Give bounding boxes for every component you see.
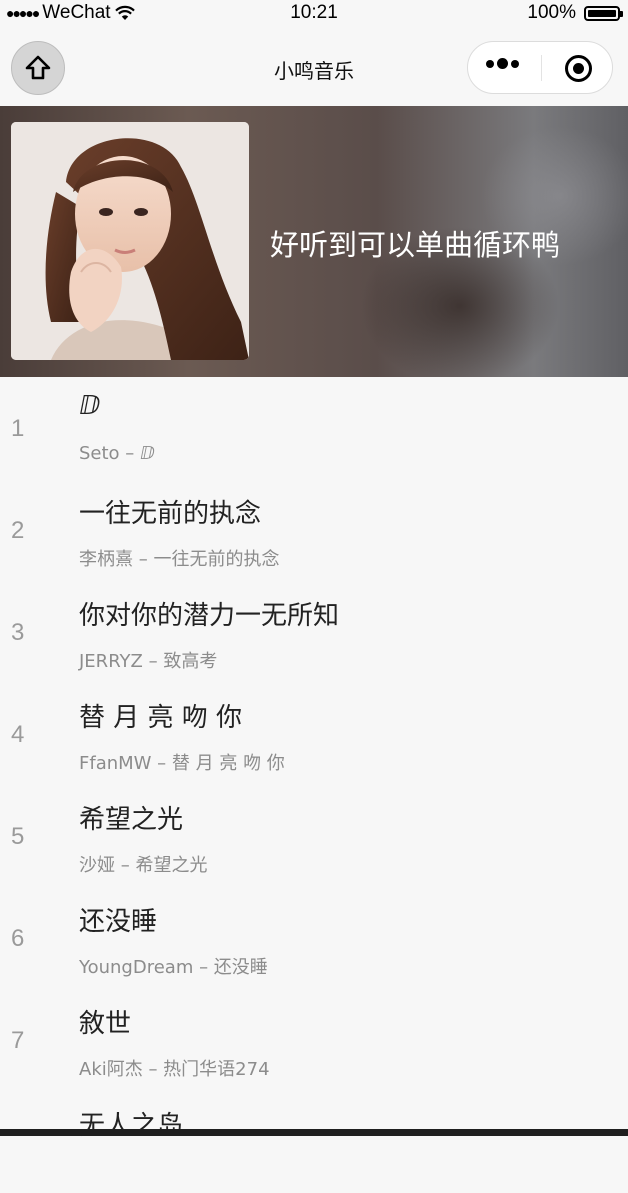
song-index: 3 — [11, 619, 25, 646]
song-index: 2 — [11, 517, 25, 544]
song-title: 敘世 — [79, 1009, 132, 1039]
song-subtitle: FfanMW – 替 月 亮 吻 你 — [79, 753, 285, 774]
battery-percent: 100% — [527, 2, 576, 23]
song-subtitle: Aki阿杰 – 热门华语274 — [79, 1059, 270, 1080]
status-bar: ●●●●● WeChat 10:21 100% — [0, 0, 628, 28]
song-row[interactable]: 6 还没睡 YoungDream – 还没睡 — [0, 887, 628, 989]
song-row[interactable]: 1 ⅅ Seto – ⅅ — [0, 377, 628, 479]
song-row[interactable]: 7 敘世 Aki阿杰 – 热门华语274 — [0, 989, 628, 1091]
song-subtitle: JERRYZ – 致高考 — [79, 651, 218, 672]
playlist-header: 好听到可以单曲循环鸭 — [0, 106, 628, 377]
cover-portrait — [11, 122, 249, 360]
song-index: 1 — [11, 415, 25, 442]
song-title: ⅅ — [79, 391, 101, 421]
song-subtitle: YoungDream – 还没睡 — [79, 957, 268, 978]
song-row[interactable]: 无人之岛 — [0, 1091, 628, 1193]
song-subtitle: Seto – ⅅ — [79, 443, 155, 464]
more-dot — [511, 59, 519, 68]
song-index: 7 — [11, 1027, 25, 1054]
song-title: 你对你的潜力一无所知 — [79, 601, 340, 631]
mini-program-capsule — [467, 41, 613, 94]
song-title: 希望之光 — [79, 805, 184, 835]
song-row[interactable]: 4 替 月 亮 吻 你 FfanMW – 替 月 亮 吻 你 — [0, 683, 628, 785]
song-index: 5 — [11, 823, 25, 850]
capsule-divider — [541, 55, 542, 81]
battery-icon — [584, 5, 623, 21]
song-list: 1 ⅅ Seto – ⅅ 2 一往无前的执念 李柄熹 – 一往无前的执念 3 你… — [0, 377, 628, 1193]
song-index: 4 — [11, 721, 25, 748]
song-title: 一往无前的执念 — [79, 499, 262, 529]
song-subtitle: 沙娅 – 希望之光 — [79, 855, 208, 876]
song-subtitle: 李柄熹 – 一往无前的执念 — [79, 549, 280, 570]
song-row[interactable]: 5 希望之光 沙娅 – 希望之光 — [0, 785, 628, 887]
more-dot — [497, 58, 508, 69]
more-button[interactable] — [486, 58, 519, 69]
song-row[interactable]: 2 一往无前的执念 李柄熹 – 一往无前的执念 — [0, 479, 628, 581]
song-title: 无人之岛 — [79, 1111, 184, 1141]
more-dot — [486, 59, 494, 68]
status-right: 100% — [527, 2, 623, 24]
song-title: 替 月 亮 吻 你 — [79, 703, 243, 733]
song-index: 6 — [11, 925, 25, 952]
navigation-bar: 小鸣音乐 — [0, 28, 628, 106]
song-row[interactable]: 3 你对你的潜力一无所知 JERRYZ – 致高考 — [0, 581, 628, 683]
playlist-title: 好听到可以单曲循环鸭 — [270, 228, 561, 262]
bottom-edge — [0, 1129, 628, 1136]
song-title: 还没睡 — [79, 907, 158, 937]
close-mini-program-button[interactable] — [565, 55, 592, 82]
playlist-cover-image[interactable] — [11, 122, 249, 360]
